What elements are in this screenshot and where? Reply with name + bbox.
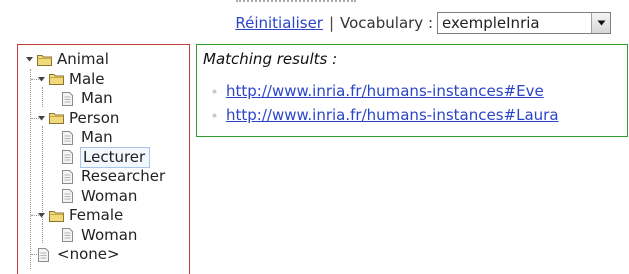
document-icon xyxy=(61,169,76,184)
document-icon xyxy=(37,247,52,262)
tree-node-label: <none> xyxy=(57,245,120,264)
tree-node-male[interactable]: Male xyxy=(18,70,189,90)
tree-node-animal[interactable]: Animal xyxy=(18,50,189,70)
vocabulary-select[interactable]: exempleInria xyxy=(437,12,611,34)
separator: | xyxy=(328,14,335,32)
list-item: http://www.inria.fr/humans-instances#Eve xyxy=(211,79,559,103)
document-icon xyxy=(61,130,76,145)
tree-node-person-man[interactable]: Man xyxy=(18,128,189,148)
document-icon xyxy=(61,91,76,106)
tree-node-label: Woman xyxy=(81,225,138,244)
tree-node-female[interactable]: Female xyxy=(18,206,189,226)
result-link[interactable]: http://www.inria.fr/humans-instances#Lau… xyxy=(226,106,559,124)
collapse-arrow-icon[interactable] xyxy=(36,113,46,123)
vocabulary-selected-value: exempleInria xyxy=(442,14,540,32)
taxonomy-tree: Animal Male Man Person Man Lecturer Rese… xyxy=(18,50,189,265)
folder-icon xyxy=(49,72,64,86)
collapse-arrow-icon[interactable] xyxy=(24,55,34,65)
result-link[interactable]: http://www.inria.fr/humans-instances#Eve xyxy=(226,82,544,100)
matching-results-panel: Matching results : http://www.inria.fr/h… xyxy=(196,44,628,137)
tree-node-person-woman[interactable]: Woman xyxy=(18,187,189,207)
document-icon xyxy=(61,150,76,165)
tree-node-lecturer[interactable]: Lecturer xyxy=(18,146,189,168)
bullet-icon xyxy=(211,88,218,95)
tree-node-label: Male xyxy=(69,69,105,88)
tree-node-label: Man xyxy=(81,128,113,147)
tree-node-label: Female xyxy=(69,206,124,225)
tree-node-female-woman[interactable]: Woman xyxy=(18,226,189,246)
clipped-header-remnant xyxy=(236,0,376,6)
tree-node-label: Man xyxy=(81,89,113,108)
chevron-down-icon xyxy=(597,20,605,26)
document-icon xyxy=(61,228,76,243)
tree-node-person[interactable]: Person xyxy=(18,109,189,129)
folder-icon xyxy=(49,111,64,125)
tree-node-male-man[interactable]: Man xyxy=(18,89,189,109)
document-icon xyxy=(61,189,76,204)
folder-icon xyxy=(37,53,52,67)
reset-link[interactable]: Réinitialiser xyxy=(235,14,323,32)
vocabulary-label: Vocabulary : xyxy=(340,14,433,32)
taxonomy-tree-panel: Animal Male Man Person Man Lecturer Rese… xyxy=(17,44,190,274)
folder-icon xyxy=(49,209,64,223)
tree-node-label-selected: Lecturer xyxy=(80,146,151,168)
tree-node-label: Person xyxy=(69,108,120,127)
tree-node-label: Researcher xyxy=(81,167,166,186)
bullet-icon xyxy=(211,112,218,119)
dropdown-button[interactable] xyxy=(591,13,610,33)
results-list: http://www.inria.fr/humans-instances#Eve… xyxy=(211,79,559,127)
collapse-arrow-icon[interactable] xyxy=(36,211,46,221)
tree-node-label: Animal xyxy=(57,50,109,69)
results-title: Matching results : xyxy=(203,50,338,68)
tree-node-researcher[interactable]: Researcher xyxy=(18,167,189,187)
collapse-arrow-icon[interactable] xyxy=(36,74,46,84)
toolbar: Réinitialiser | Vocabulary : exempleInri… xyxy=(235,12,611,34)
list-item: http://www.inria.fr/humans-instances#Lau… xyxy=(211,103,559,127)
tree-node-label: Woman xyxy=(81,186,138,205)
